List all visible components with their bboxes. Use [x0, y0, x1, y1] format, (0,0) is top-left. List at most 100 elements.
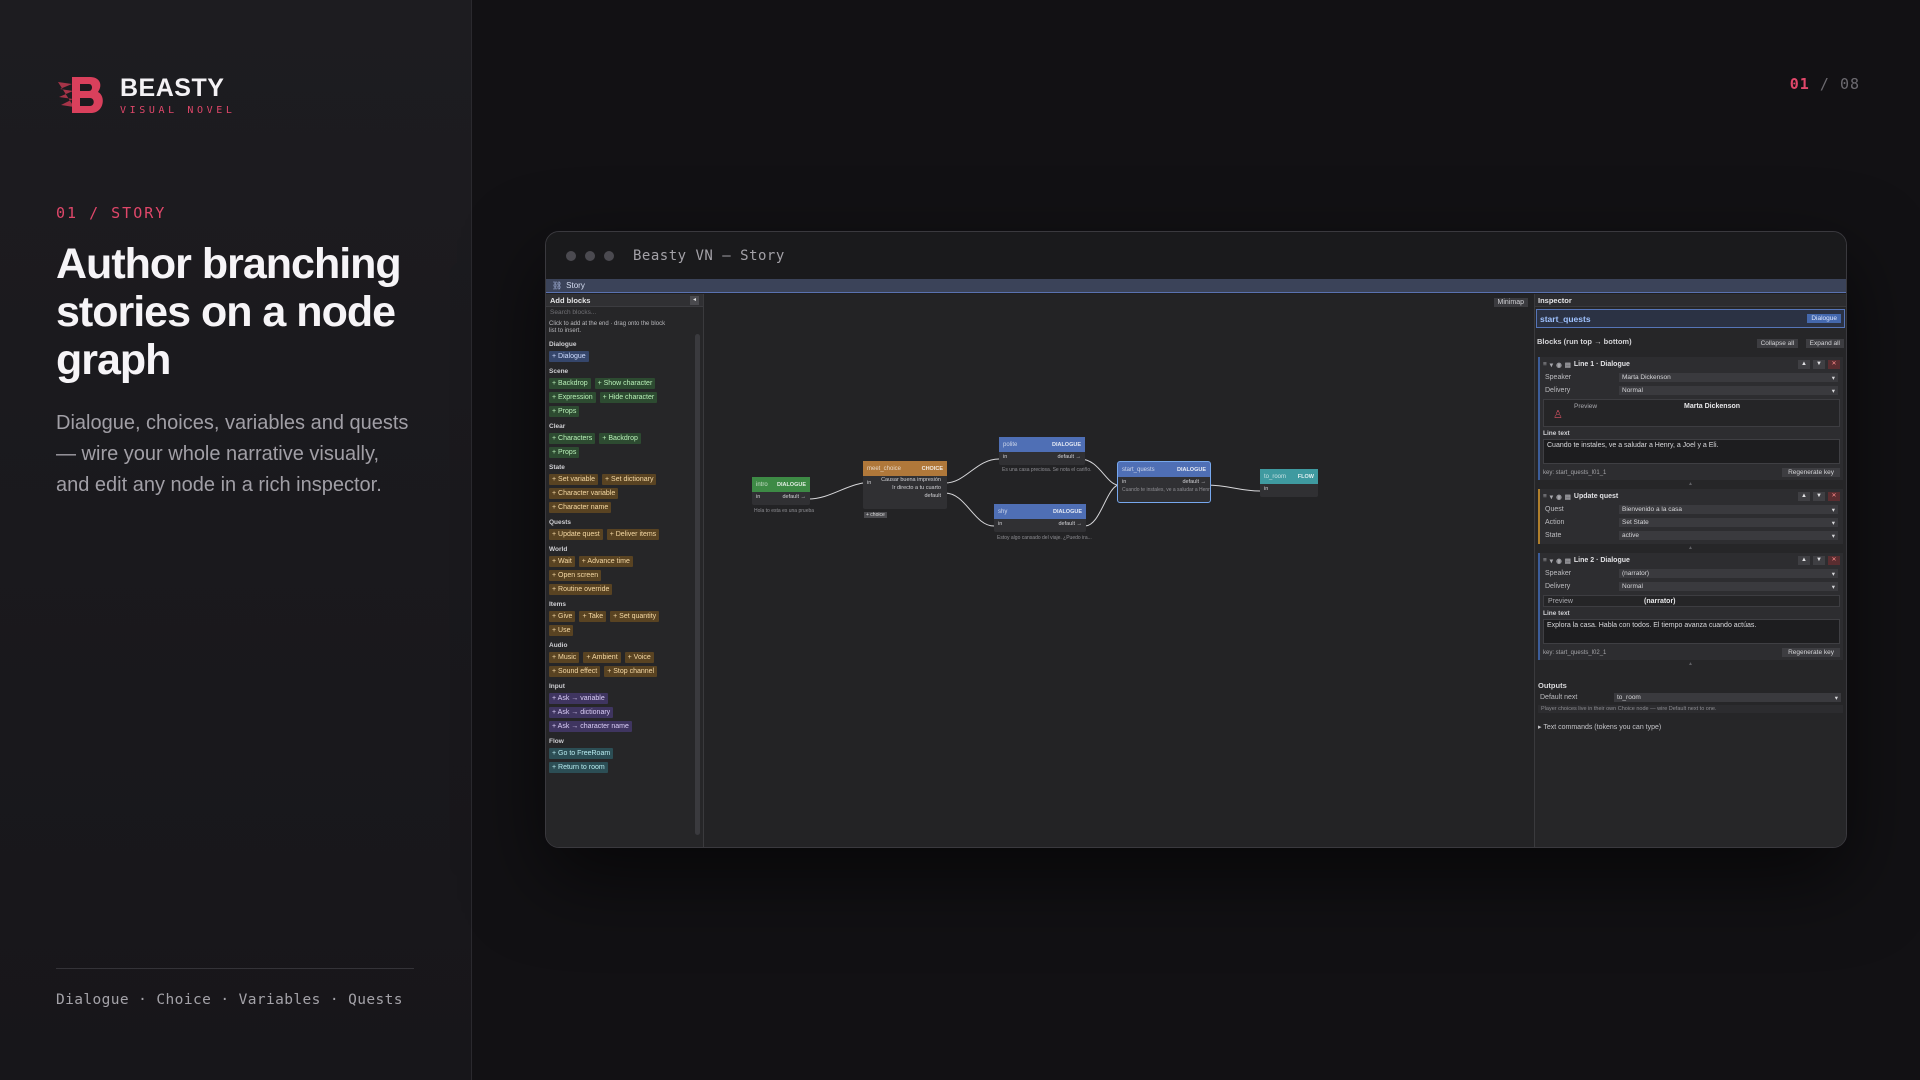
add-block-chip[interactable]: + Dialogue: [549, 351, 589, 362]
node-start-quests-port-out[interactable]: default →: [1182, 479, 1206, 485]
choice-row[interactable]: Ir directo a tu cuarto: [863, 484, 947, 492]
add-block-chip[interactable]: + Set variable: [549, 474, 598, 485]
add-block-chip[interactable]: + Go to FreeRoam: [549, 748, 614, 759]
eye-icon[interactable]: ◉: [1556, 361, 1562, 369]
node-meet-choice[interactable]: meet_choice CHOICE in Causar buena impre…: [863, 461, 947, 509]
move-down-button[interactable]: ▼: [1813, 556, 1825, 565]
add-block-chip[interactable]: + Props: [549, 406, 580, 417]
delete-block-button[interactable]: ✕: [1828, 556, 1840, 565]
add-block-chip[interactable]: + Ask → character name: [549, 721, 632, 732]
node-shy-port-out[interactable]: default →: [1058, 521, 1082, 527]
choice-row[interactable]: Causar buena impresión: [863, 476, 947, 484]
inspector-node-name[interactable]: start_quests: [1540, 314, 1591, 324]
collapse-palette-button[interactable]: ◂: [690, 295, 699, 305]
add-block-chip[interactable]: + Routine override: [549, 584, 613, 595]
add-block-chip[interactable]: + Voice: [624, 652, 654, 663]
window-close-dot[interactable]: [566, 250, 576, 261]
add-block-chip[interactable]: + Characters: [549, 433, 596, 444]
regenerate-key-button[interactable]: Regenerate key: [1782, 648, 1840, 657]
tab-story[interactable]: ⛓ Story: [552, 281, 585, 290]
node-intro-port-out[interactable]: default →: [782, 494, 806, 500]
node-to-room-port-in[interactable]: in: [1264, 486, 1268, 492]
add-block-chip[interactable]: + Wait: [549, 556, 575, 567]
node-to-room[interactable]: to_room FLOW in: [1260, 469, 1318, 497]
eye-icon[interactable]: ◉: [1556, 557, 1562, 565]
node-meet-choice-port-in[interactable]: in: [863, 478, 875, 488]
add-block-chip[interactable]: + Hide character: [599, 392, 658, 403]
chevron-down-icon[interactable]: ▾: [1550, 557, 1553, 565]
state-select[interactable]: active ▾: [1619, 531, 1838, 540]
add-block-chip[interactable]: + Return to room: [549, 762, 608, 773]
add-block-chip[interactable]: + Sound effect: [549, 666, 601, 677]
add-block-chip[interactable]: + Take: [579, 611, 607, 622]
window-maximize-dot[interactable]: [604, 250, 614, 261]
palette-scrollbar[interactable]: [695, 334, 700, 835]
add-block-chip[interactable]: + Props: [549, 447, 580, 458]
node-intro[interactable]: intro DIALOGUE in default →: [752, 477, 810, 505]
node-polite-port-out[interactable]: default →: [1057, 454, 1081, 460]
chevron-down-icon[interactable]: ▾: [1550, 493, 1553, 501]
move-up-button[interactable]: ▲: [1798, 360, 1810, 369]
add-block-chip[interactable]: + Set quantity: [610, 611, 660, 622]
node-polite-port-in[interactable]: in: [1003, 454, 1007, 460]
chevron-down-icon[interactable]: ▾: [1550, 361, 1553, 369]
node-shy[interactable]: shy DIALOGUE in default →: [994, 504, 1086, 532]
drag-handle-icon[interactable]: ≡: [1543, 361, 1547, 368]
move-down-button[interactable]: ▼: [1813, 360, 1825, 369]
node-start-quests-port-in[interactable]: in: [1122, 479, 1126, 485]
add-block-chip[interactable]: + Backdrop: [549, 378, 591, 389]
add-choice-button[interactable]: + choice: [864, 512, 887, 518]
add-block-chip[interactable]: + Update quest: [549, 529, 603, 540]
node-intro-port-in[interactable]: in: [756, 494, 760, 500]
eye-icon[interactable]: ◉: [1556, 493, 1562, 501]
add-block-chip[interactable]: + Open screen: [549, 570, 602, 581]
graph-canvas[interactable]: Minimap intro DIALOGUE in default → Hola…: [704, 294, 1534, 847]
speaker-select[interactable]: (narrator) ▾: [1619, 569, 1838, 578]
action-select[interactable]: Set State ▾: [1619, 518, 1838, 527]
window-minimize-dot[interactable]: [585, 250, 595, 261]
add-block-chip[interactable]: + Advance time: [578, 556, 633, 567]
line-text-input[interactable]: Explora la casa. Habla con todos. El tie…: [1543, 619, 1840, 644]
palette-search-input[interactable]: Search blocks...: [549, 309, 700, 319]
add-block-chip[interactable]: + Ask → variable: [549, 693, 608, 704]
move-up-button[interactable]: ▲: [1798, 556, 1810, 565]
drag-handle-icon[interactable]: ≡: [1543, 557, 1547, 564]
delete-block-button[interactable]: ✕: [1828, 492, 1840, 501]
add-block-chip[interactable]: + Use: [549, 625, 574, 636]
add-block-chip[interactable]: + Ambient: [583, 652, 621, 663]
add-block-chip[interactable]: + Ask → dictionary: [549, 707, 614, 718]
node-start-quests[interactable]: start_quests DIALOGUE in default → Cuand…: [1117, 461, 1211, 503]
delivery-select[interactable]: Normal ▾: [1619, 582, 1838, 591]
add-block-chip[interactable]: + Give: [549, 611, 576, 622]
quest-select[interactable]: Bienvenido a la casa ▾: [1619, 505, 1838, 514]
expand-all-button[interactable]: Expand all: [1805, 339, 1844, 348]
add-block-chip[interactable]: + Music: [549, 652, 580, 663]
speaker-select[interactable]: Marta Dickenson ▾: [1619, 373, 1838, 382]
add-block-chip[interactable]: + Character name: [549, 502, 612, 513]
insert-caret-icon[interactable]: ▲: [1535, 481, 1846, 487]
section-label: 01 / STORY: [56, 204, 167, 222]
insert-caret-icon[interactable]: ▲: [1535, 545, 1846, 551]
drag-handle-icon[interactable]: ≡: [1543, 493, 1547, 500]
add-block-chip[interactable]: + Character variable: [549, 488, 619, 499]
add-block-chip[interactable]: + Stop channel: [604, 666, 658, 677]
move-up-button[interactable]: ▲: [1798, 492, 1810, 501]
text-commands-toggle[interactable]: ▸ Text commands (tokens you can type): [1538, 723, 1843, 731]
delivery-select[interactable]: Normal ▾: [1619, 386, 1838, 395]
add-block-chip[interactable]: + Expression: [549, 392, 596, 403]
add-block-chip[interactable]: + Show character: [594, 378, 656, 389]
move-down-button[interactable]: ▼: [1813, 492, 1825, 501]
choice-row[interactable]: default: [863, 492, 947, 500]
palette-group: World + Wait + Advance time + Open screen + …: [549, 546, 700, 595]
add-block-chip[interactable]: + Deliver items: [606, 529, 660, 540]
node-shy-port-in[interactable]: in: [998, 521, 1002, 527]
insert-caret-icon[interactable]: ▲: [1535, 661, 1846, 667]
line-text-input[interactable]: Cuando te instales, ve a saludar a Henry…: [1543, 439, 1840, 464]
add-block-chip[interactable]: + Set dictionary: [602, 474, 657, 485]
node-polite[interactable]: polite DIALOGUE in default →: [999, 437, 1085, 465]
default-next-select[interactable]: to_room ▾: [1614, 693, 1841, 702]
add-block-chip[interactable]: + Backdrop: [599, 433, 641, 444]
delete-block-button[interactable]: ✕: [1828, 360, 1840, 369]
collapse-all-button[interactable]: Collapse all: [1756, 339, 1799, 348]
regenerate-key-button[interactable]: Regenerate key: [1782, 468, 1840, 477]
